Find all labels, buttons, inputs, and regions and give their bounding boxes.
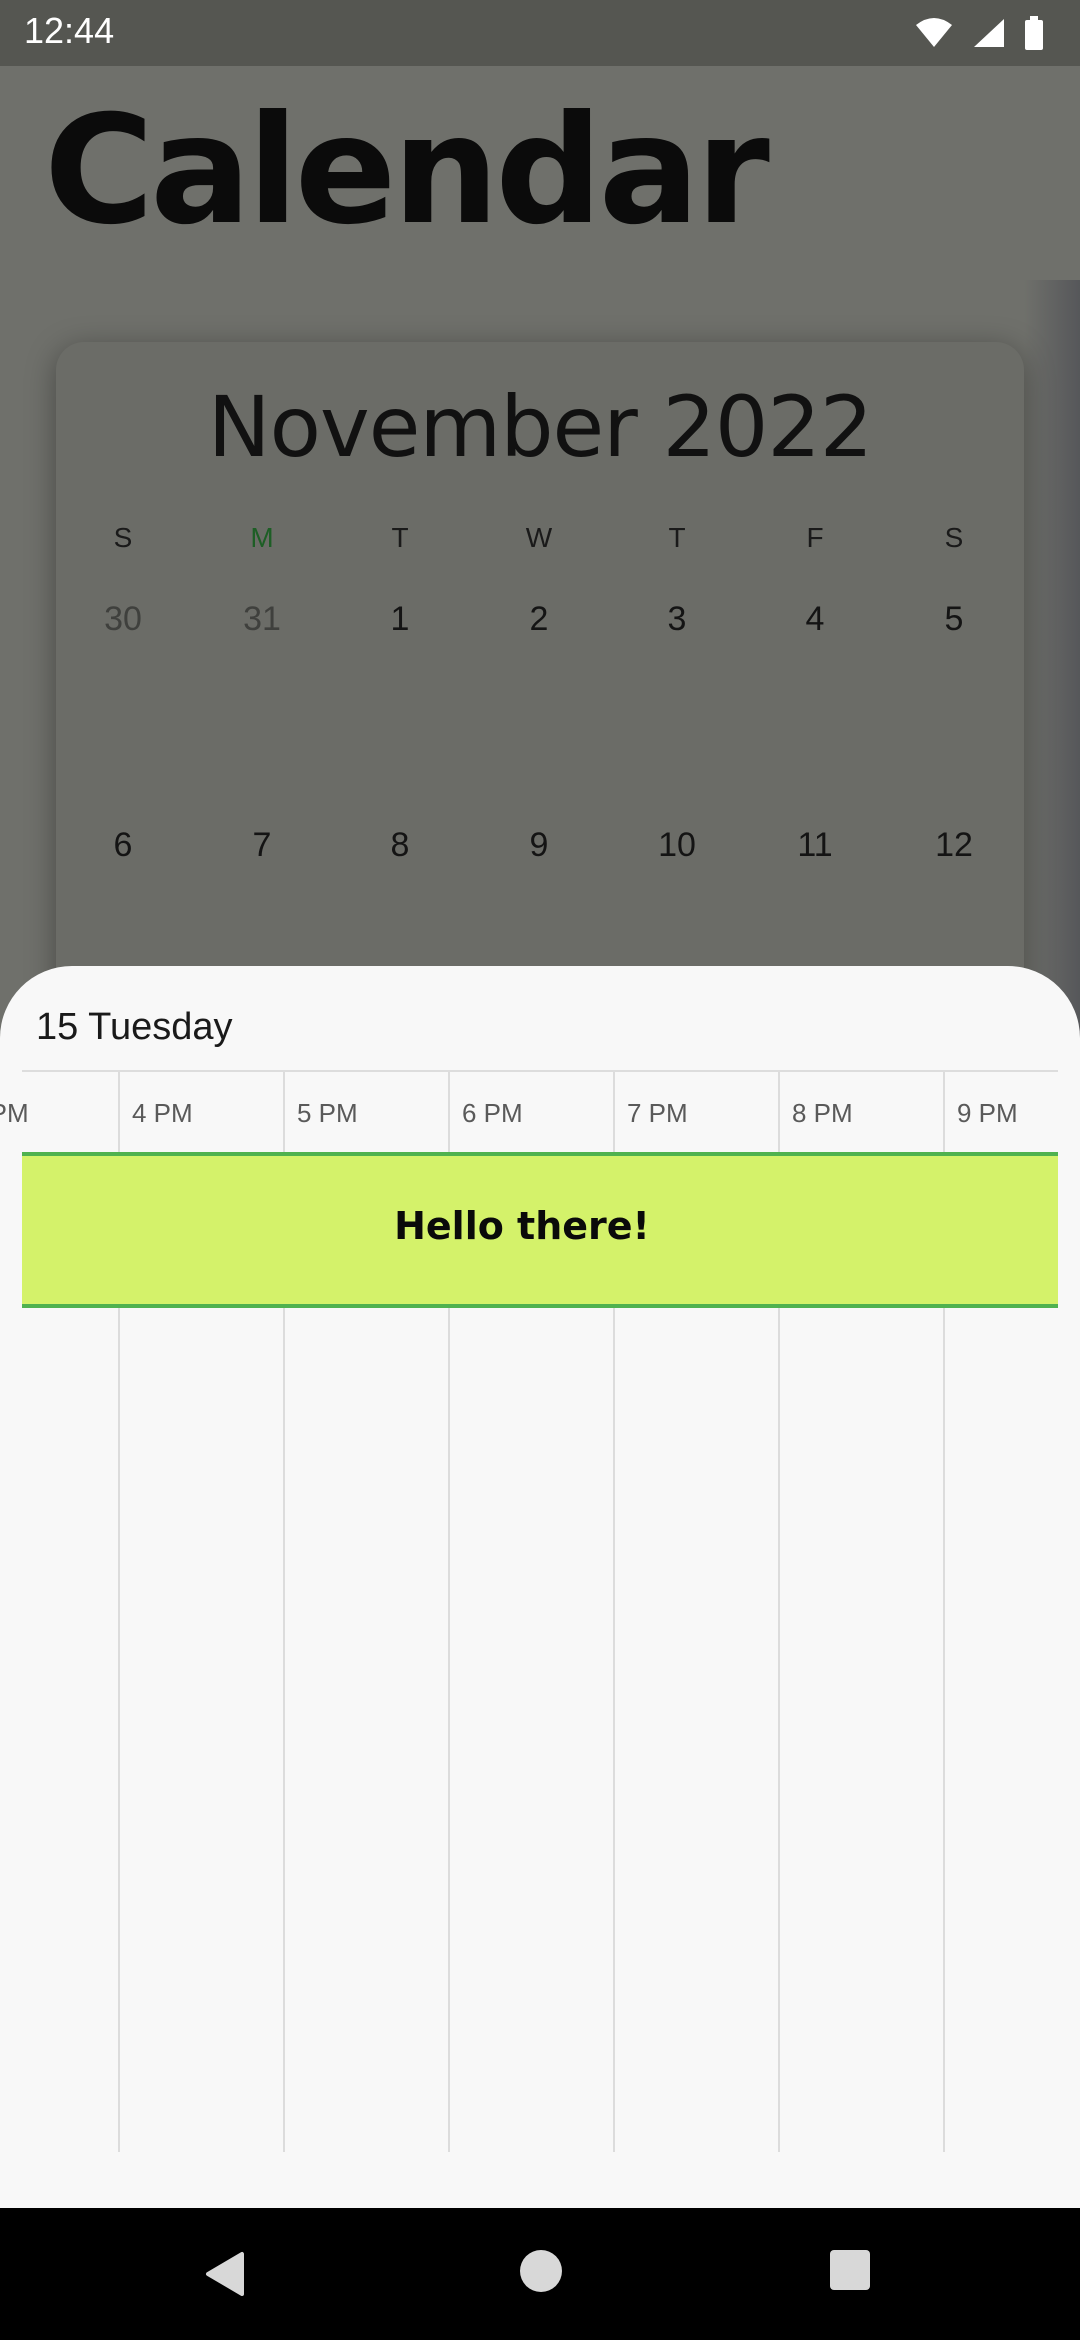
weekday-label: T: [391, 522, 409, 553]
hour-label: 8 PM: [792, 1098, 853, 1128]
signal-icon: [974, 19, 1004, 47]
page-title: Calendar: [44, 84, 770, 258]
hour-label: 9 PM: [957, 1098, 1018, 1128]
navigation-bar: [0, 2208, 1080, 2340]
calendar-day[interactable]: 7: [202, 826, 322, 865]
hour-label: 3 PM: [0, 1098, 29, 1128]
month-label: November 2022: [207, 378, 873, 476]
hour-label: 7 PM: [627, 1098, 688, 1128]
calendar-day[interactable]: 8: [340, 826, 460, 865]
selected-date: 15 Tuesday: [36, 1006, 233, 1049]
weekday-label-today: M: [250, 522, 274, 553]
status-time: 12:44: [24, 10, 115, 51]
calendar-day[interactable]: 5: [894, 600, 1014, 639]
selected-date-number: 15: [36, 1006, 79, 1048]
calendar-day[interactable]: 9: [479, 826, 599, 865]
home-icon[interactable]: [518, 2248, 564, 2294]
day-schedule-sheet[interactable]: 15 Tuesday 3 PM 4 PM 5 PM 6 PM 7 PM 8 PM…: [0, 966, 1080, 2208]
status-icons: [914, 14, 1044, 52]
calendar-day[interactable]: 31: [202, 600, 322, 639]
weekday-label: W: [525, 522, 553, 553]
calendar-day[interactable]: 1: [340, 600, 460, 639]
calendar-day[interactable]: 4: [755, 600, 875, 639]
weekday-label: S: [113, 522, 133, 553]
hour-label: 5 PM: [297, 1098, 358, 1128]
status-bar: 12:44: [0, 0, 1080, 66]
event-block[interactable]: Hello there!: [22, 1152, 1058, 1308]
hour-label: 4 PM: [132, 1098, 193, 1128]
calendar-day[interactable]: 30: [63, 600, 183, 639]
calendar-day[interactable]: 3: [617, 600, 737, 639]
calendar-day[interactable]: 10: [617, 826, 737, 865]
hour-label: 6 PM: [462, 1098, 523, 1128]
calendar-day[interactable]: 6: [63, 826, 183, 865]
calendar-day[interactable]: 11: [755, 826, 875, 865]
wifi-icon: [916, 18, 952, 47]
weekday-label: S: [944, 522, 964, 553]
back-icon[interactable]: [200, 2248, 252, 2300]
weekday-label: F: [806, 522, 824, 553]
battery-icon: [1025, 16, 1043, 50]
weekday-label: T: [668, 522, 686, 553]
calendar-day[interactable]: 12: [894, 826, 1014, 865]
recents-icon[interactable]: [828, 2248, 872, 2292]
calendar-day[interactable]: 2: [479, 600, 599, 639]
selected-date-weekday: Tuesday: [88, 1006, 233, 1048]
event-title: Hello there!: [394, 1204, 650, 1248]
